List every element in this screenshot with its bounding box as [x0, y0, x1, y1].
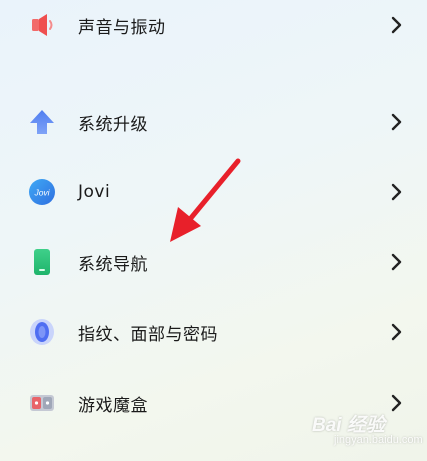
chevron-right-icon [389, 15, 405, 35]
settings-item-label: Jovi [78, 182, 111, 202]
settings-item-label: 游戏魔盒 [78, 395, 148, 416]
jovi-icon-text: Jovi [33, 188, 50, 198]
chevron-right-icon [389, 322, 405, 342]
settings-item-fingerprint-face-password[interactable]: 指纹、面部与密码 [0, 307, 427, 357]
settings-item-system-navigation[interactable]: 系统导航 [0, 237, 427, 287]
settings-item-label: 声音与振动 [78, 17, 166, 38]
speaker-icon [28, 11, 56, 39]
settings-item-label: 系统导航 [78, 254, 148, 275]
settings-item-label: 系统升级 [78, 114, 148, 135]
settings-item-jovi[interactable]: Jovi Jovi [0, 167, 427, 217]
settings-item-label: 指纹、面部与密码 [78, 324, 218, 345]
phone-navigation-icon [28, 248, 56, 276]
game-box-icon [28, 389, 56, 417]
upgrade-arrow-icon [28, 108, 56, 136]
watermark-text: Bai 经验 [312, 415, 385, 436]
settings-screen: 声音与振动 系统升级 Jovi Jovi 系统导航 指纹、面部与密码 游戏魔盒 … [0, 0, 427, 461]
settings-item-sound-vibration[interactable]: 声音与振动 [0, 0, 427, 50]
chevron-right-icon [389, 182, 405, 202]
chevron-right-icon [389, 112, 405, 132]
jovi-icon: Jovi [28, 178, 56, 206]
fingerprint-icon [28, 318, 56, 346]
settings-item-system-upgrade[interactable]: 系统升级 [0, 97, 427, 147]
watermark: Bai 经验 jingyan.baidu.com [312, 410, 423, 455]
watermark-sub: jingyan.baidu.com [334, 434, 423, 446]
chevron-right-icon [389, 252, 405, 272]
